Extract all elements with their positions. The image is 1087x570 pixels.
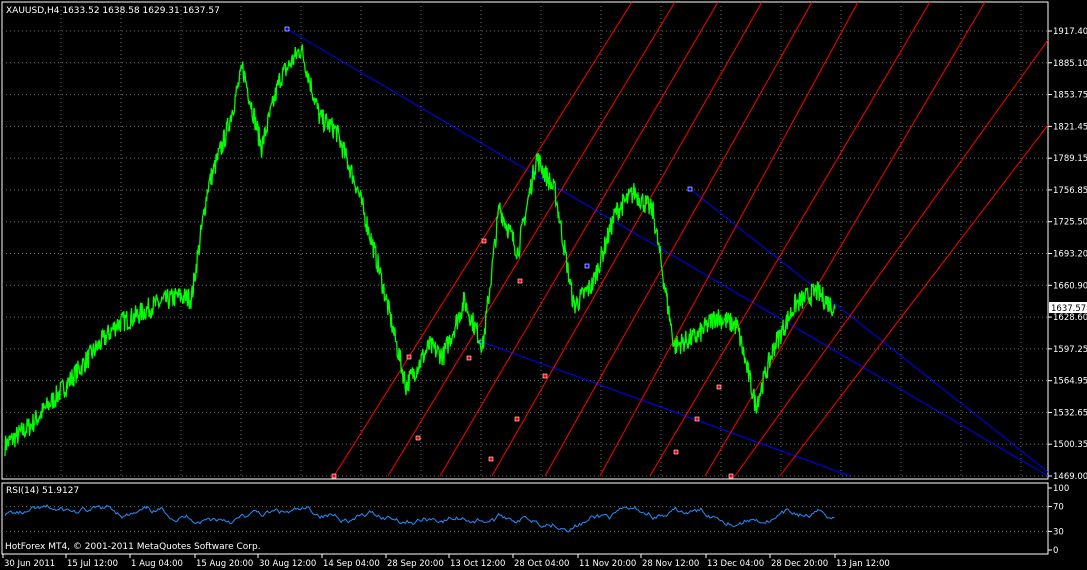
red-anchor-handle[interactable]: [514, 416, 520, 422]
blue-anchor-handle[interactable]: [584, 263, 590, 269]
price-tick-label: 1885.10: [1053, 59, 1087, 69]
price-tick-label: 1756.85: [1053, 186, 1087, 196]
price-tick-label: 1821.45: [1053, 122, 1087, 132]
rsi-header: RSI(14) 51.9127: [6, 486, 79, 496]
time-tick-label: 15 Aug 20:00: [196, 559, 253, 569]
red-anchor-handle[interactable]: [716, 384, 722, 390]
red-anchor-handle[interactable]: [728, 473, 734, 479]
red-anchor-handle[interactable]: [673, 449, 679, 455]
price-tick-label: 1628.60: [1053, 313, 1087, 323]
time-tick-label: 30 Aug 12:00: [259, 559, 316, 569]
current-price-value: 1637.57: [1051, 304, 1086, 314]
blue-anchor-handle[interactable]: [284, 26, 290, 32]
price-tick-label: 1532.65: [1053, 408, 1087, 418]
time-tick-label: 11 Nov 20:00: [579, 559, 636, 569]
rsi-tick-label: 100: [1053, 484, 1069, 494]
time-tick-label: 30 Jun 2011: [4, 559, 55, 569]
red-anchor-handle[interactable]: [517, 278, 523, 284]
time-tick-label: 13 Oct 12:00: [450, 559, 505, 569]
price-tick-label: 1725.50: [1053, 218, 1087, 228]
current-price-badge: 1637.57: [1049, 302, 1087, 314]
price-tick-label: 1500.35: [1053, 440, 1087, 450]
red-anchor-handle[interactable]: [406, 354, 412, 360]
copyright-label: HotForex MT4, © 2001-2011 MetaQuotes Sof…: [5, 542, 261, 552]
red-anchor-handle[interactable]: [415, 435, 421, 441]
rsi-tick-label: 0: [1053, 546, 1058, 556]
mt4-chart-window[interactable]: 1917.40 1885.10 1853.75 1821.45 1789.15 1756.…: [0, 0, 1087, 570]
price-tick-label: 1693.20: [1053, 250, 1087, 260]
time-tick-label: 1 Aug 04:00: [131, 559, 183, 569]
time-tick-label: 28 Oct 04:00: [514, 559, 569, 569]
chart-background: [0, 0, 1087, 570]
price-tick-label: 1853.75: [1053, 91, 1087, 101]
time-tick-label: 15 Jul 12:00: [67, 559, 118, 569]
time-tick-label: 28 Sep 20:00: [387, 559, 444, 569]
rsi-tick-label: 30: [1053, 527, 1064, 537]
price-tick-label: 1597.25: [1053, 345, 1087, 355]
red-anchor-handle[interactable]: [466, 355, 472, 361]
red-anchor-handle[interactable]: [488, 456, 494, 462]
red-anchor-handle[interactable]: [542, 373, 548, 379]
time-tick-label: 13 Dec 04:00: [707, 559, 764, 569]
price-tick-label: 1564.95: [1053, 377, 1087, 387]
price-tick-label: 1917.40: [1053, 27, 1087, 37]
time-tick-label: 28 Dec 20:00: [771, 559, 828, 569]
blue-anchor-handle[interactable]: [687, 186, 693, 192]
price-tick-label: 1469.00: [1053, 472, 1087, 482]
symbol-header: XAUUSD,H4 1633.52 1638.58 1629.31 1637.5…: [6, 6, 220, 16]
time-tick-label: 13 Jan 12:00: [836, 559, 890, 569]
price-tick-label: 1789.15: [1053, 154, 1087, 164]
red-anchor-handle[interactable]: [481, 238, 487, 244]
price-tick-label: 1660.90: [1053, 281, 1087, 291]
time-tick-label: 14 Sep 04:00: [323, 559, 380, 569]
red-anchor-handle[interactable]: [331, 473, 337, 479]
red-anchor-handle[interactable]: [694, 416, 700, 422]
price-axis: 1917.40 1885.10 1853.75 1821.45 1789.15 1756.…: [1048, 27, 1087, 482]
rsi-tick-label: 70: [1053, 503, 1064, 513]
time-tick-label: 28 Nov 12:00: [642, 559, 699, 569]
